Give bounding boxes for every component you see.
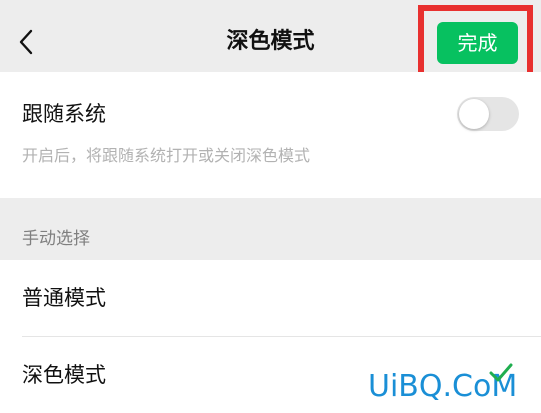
option-label: 深色模式 bbox=[22, 363, 106, 387]
follow-system-toggle[interactable] bbox=[457, 97, 519, 131]
checkmark-icon bbox=[489, 363, 513, 382]
option-label: 普通模式 bbox=[22, 286, 106, 310]
follow-system-card: 跟随系统 开启后，将跟随系统打开或关闭深色模式 bbox=[0, 72, 541, 198]
manual-section-header: 手动选择 bbox=[22, 229, 90, 249]
follow-system-label: 跟随系统 bbox=[22, 102, 106, 126]
watermark-logo: UiBQ.CoM bbox=[368, 362, 536, 408]
follow-system-description: 开启后，将跟随系统打开或关闭深色模式 bbox=[22, 146, 311, 165]
option-normal-mode[interactable]: 普通模式 bbox=[0, 260, 541, 336]
toggle-knob bbox=[459, 99, 489, 129]
done-button[interactable]: 完成 bbox=[437, 22, 518, 64]
dark-mode-settings-screen: 深色模式 完成 跟随系统 开启后，将跟随系统打开或关闭深色模式 手动选择 普通模… bbox=[0, 0, 541, 413]
